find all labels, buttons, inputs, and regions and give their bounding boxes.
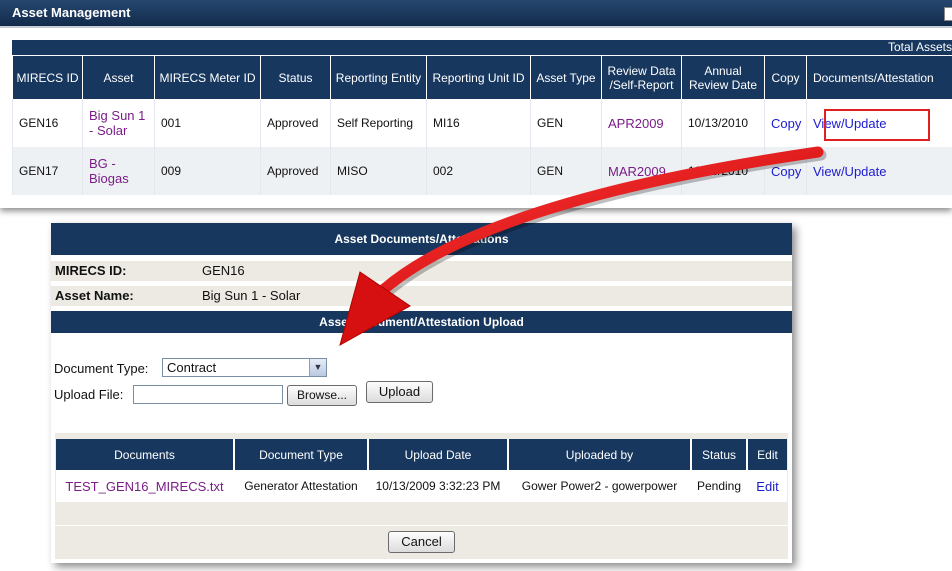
asset-name[interactable]: Big Sun 1 - Solar bbox=[89, 108, 145, 138]
edit-link[interactable]: Edit bbox=[756, 479, 778, 494]
col-header-status: Status bbox=[690, 439, 747, 470]
col-header-copy: Copy bbox=[764, 56, 807, 99]
document-link-cell[interactable]: TEST_GEN16_MIRECS.txt bbox=[56, 470, 234, 502]
documents-header-row: Documents Document Type Upload Date Uplo… bbox=[56, 439, 787, 470]
asset-link[interactable]: BG - Biogas bbox=[82, 147, 155, 195]
docs-cell[interactable]: View/Update bbox=[806, 147, 952, 195]
cell-annual-review-date: 10/13/2010 bbox=[681, 147, 765, 195]
cell-reporting-entity: Self Reporting bbox=[330, 99, 427, 147]
mirecs-id-label: MIRECS ID: bbox=[55, 263, 127, 278]
window-title-text: Asset Management bbox=[12, 5, 131, 20]
cell-reporting-unit-id: MI16 bbox=[426, 99, 531, 147]
asset-name-label: Asset Name: bbox=[55, 288, 134, 303]
asset-name-row: Asset Name: Big Sun 1 - Solar bbox=[51, 286, 792, 306]
total-assets-label: Total Assets bbox=[887, 40, 952, 54]
documents-table: Documents Document Type Upload Date Uplo… bbox=[56, 439, 787, 502]
copy-cell[interactable]: Copy bbox=[764, 147, 807, 195]
col-header-review-data[interactable]: Review Data /Self-Report bbox=[601, 56, 682, 99]
cell-status: Approved bbox=[260, 147, 331, 195]
divider bbox=[55, 525, 788, 526]
window-title: Asset Management bbox=[0, 0, 952, 28]
col-header-reporting-entity[interactable]: Reporting Entity bbox=[330, 56, 427, 99]
cell-meter-id: 001 bbox=[154, 99, 261, 147]
col-header-reporting-unit-id[interactable]: Reporting Unit ID bbox=[426, 56, 531, 99]
table-row: GEN17 BG - Biogas 009 Approved MISO 002 … bbox=[12, 147, 952, 195]
browse-button[interactable]: Browse... bbox=[287, 385, 357, 406]
cancel-button[interactable]: Cancel bbox=[388, 531, 455, 553]
col-header-annual-review-date[interactable]: Annual Review Date bbox=[681, 56, 765, 99]
table-row: TEST_GEN16_MIRECS.txt Generator Attestat… bbox=[56, 470, 787, 502]
col-header-uploaded-by: Uploaded by bbox=[507, 439, 691, 470]
copy-link[interactable]: Copy bbox=[771, 116, 801, 131]
col-header-meter-id[interactable]: MIRECS Meter ID bbox=[154, 56, 261, 99]
cell-mirecs-id: GEN16 bbox=[12, 99, 83, 147]
cell-upload-date: 10/13/2009 3:32:23 PM bbox=[367, 470, 508, 502]
document-type-value: Contract bbox=[167, 360, 217, 375]
mirecs-id-value: GEN16 bbox=[202, 263, 245, 278]
edit-cell[interactable]: Edit bbox=[746, 470, 787, 502]
documents-panel-title: Asset Documents/Attestations bbox=[51, 223, 792, 255]
cell-meter-id: 009 bbox=[154, 147, 261, 195]
assets-header-row: MIRECS ID Asset MIRECS Meter ID Status R… bbox=[12, 56, 952, 99]
cell-status: Approved bbox=[260, 99, 331, 147]
cell-asset-type: GEN bbox=[530, 99, 602, 147]
cell-status: Pending bbox=[690, 470, 747, 502]
cell-reporting-entity: MISO bbox=[330, 147, 427, 195]
document-type-label: Document Type: bbox=[54, 361, 149, 376]
review-data-link[interactable]: MAR2009 bbox=[608, 164, 666, 179]
document-type-select[interactable]: Contract ▼ bbox=[162, 358, 327, 377]
upload-section-title: Asset Document/Attestation Upload bbox=[51, 311, 792, 333]
copy-link[interactable]: Copy bbox=[771, 164, 801, 179]
cell-annual-review-date: 10/13/2010 bbox=[681, 99, 765, 147]
col-header-status[interactable]: Status bbox=[260, 56, 331, 99]
review-link-cell[interactable]: MAR2009 bbox=[601, 147, 682, 195]
window-restore-icon[interactable] bbox=[944, 7, 952, 21]
asset-documents-panel: Asset Documents/Attestations MIRECS ID: … bbox=[51, 223, 792, 563]
review-link-cell[interactable]: APR2009 bbox=[601, 99, 682, 147]
cell-uploaded-by: Gower Power2 - gowerpower bbox=[507, 470, 691, 502]
review-data-link[interactable]: APR2009 bbox=[608, 116, 664, 131]
assets-table: MIRECS ID Asset MIRECS Meter ID Status R… bbox=[12, 56, 952, 195]
total-assets-bar: Total Assets bbox=[12, 40, 952, 55]
document-link[interactable]: TEST_GEN16_MIRECS.txt bbox=[65, 479, 223, 494]
col-header-asset[interactable]: Asset bbox=[82, 56, 155, 99]
upload-file-input[interactable] bbox=[133, 385, 283, 404]
upload-button[interactable]: Upload bbox=[366, 381, 433, 403]
view-update-link[interactable]: View/Update bbox=[813, 164, 886, 179]
asset-name[interactable]: BG - Biogas bbox=[89, 156, 129, 186]
col-header-document-type: Document Type bbox=[233, 439, 368, 470]
copy-cell[interactable]: Copy bbox=[764, 99, 807, 147]
cell-mirecs-id: GEN17 bbox=[12, 147, 83, 195]
mirecs-id-row: MIRECS ID: GEN16 bbox=[51, 261, 792, 281]
col-header-asset-type[interactable]: Asset Type bbox=[530, 56, 602, 99]
cell-reporting-unit-id: 002 bbox=[426, 147, 531, 195]
upload-file-label: Upload File: bbox=[54, 387, 124, 402]
table-row: GEN16 Big Sun 1 - Solar 001 Approved Sel… bbox=[12, 99, 952, 147]
col-header-documents: Documents bbox=[56, 439, 234, 470]
chevron-down-icon[interactable]: ▼ bbox=[309, 359, 326, 376]
cell-document-type: Generator Attestation bbox=[233, 470, 368, 502]
asset-link[interactable]: Big Sun 1 - Solar bbox=[82, 99, 155, 147]
cell-asset-type: GEN bbox=[530, 147, 602, 195]
asset-management-panel: Asset Management Total Assets MIRECS ID … bbox=[0, 0, 952, 208]
highlight-box bbox=[824, 109, 930, 141]
col-header-upload-date: Upload Date bbox=[367, 439, 508, 470]
col-header-documents: Documents/Attestation bbox=[806, 56, 952, 99]
col-header-edit: Edit bbox=[746, 439, 787, 470]
asset-name-value: Big Sun 1 - Solar bbox=[202, 288, 301, 303]
col-header-mirecs-id[interactable]: MIRECS ID bbox=[12, 56, 83, 99]
